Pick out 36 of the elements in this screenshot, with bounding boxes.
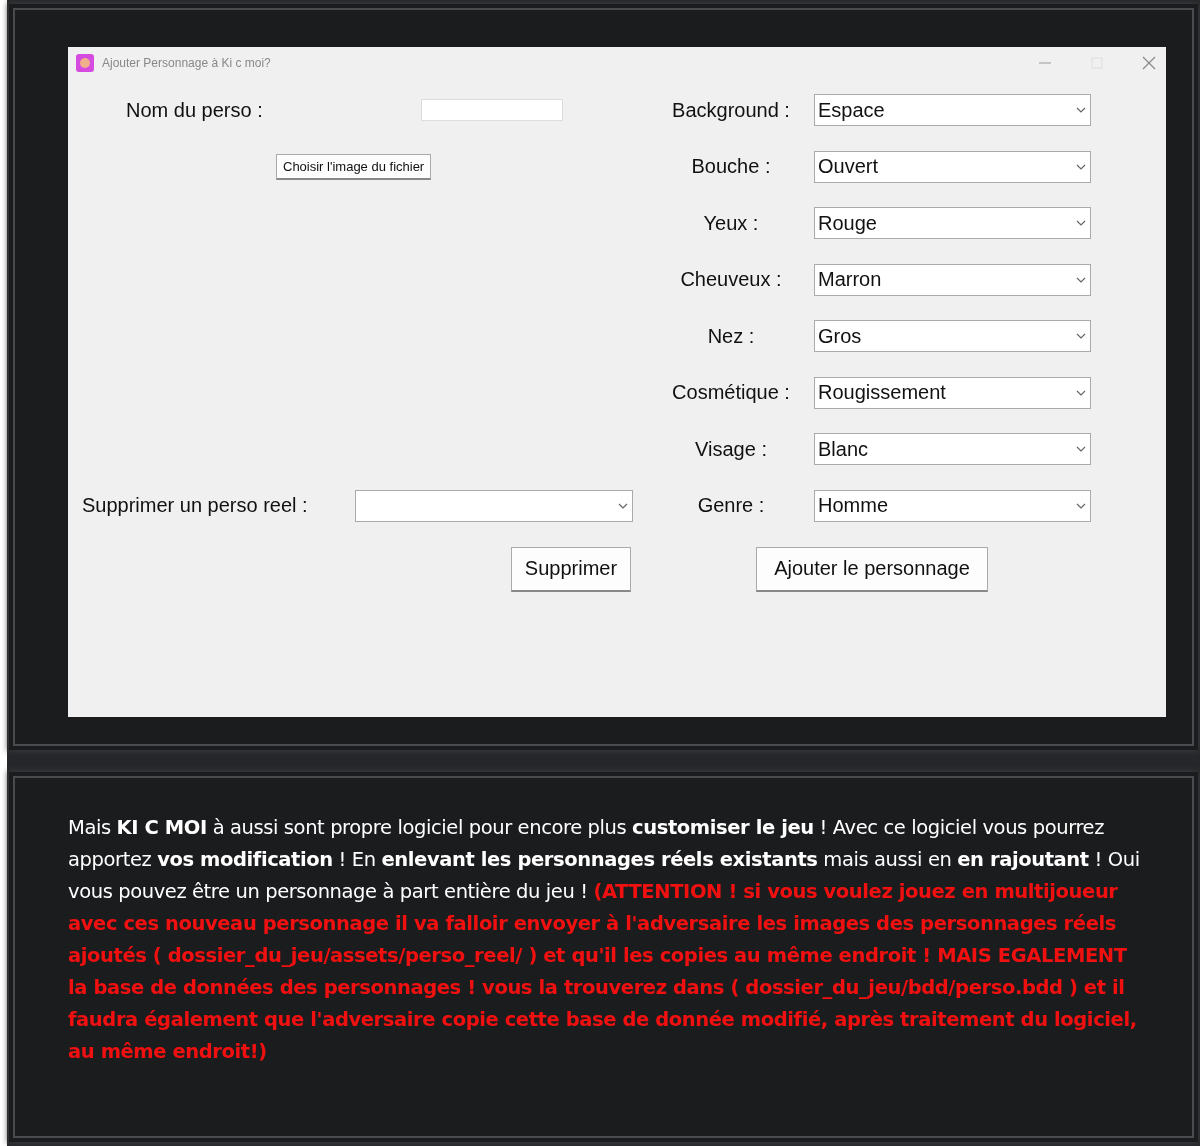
dropdown[interactable]: Marron (814, 263, 1091, 296)
app-icon (76, 54, 94, 72)
delete-button[interactable]: Supprimer (511, 546, 631, 592)
choose-image-button[interactable]: Choisir l'image du fichier (276, 153, 432, 180)
chevron-down-icon (1076, 163, 1086, 170)
chevron-down-icon (618, 502, 628, 509)
chevron-down-icon (1076, 220, 1086, 227)
field-label: Yeux : (703, 211, 759, 235)
field-label: Bouche : (691, 155, 771, 179)
field-label: Background : (672, 98, 790, 122)
close-icon[interactable] (1142, 56, 1156, 70)
field-label: Supprimer un perso reel : (82, 494, 308, 518)
chevron-down-icon (1076, 446, 1086, 453)
field-label: Nez : (707, 324, 755, 348)
dropdown[interactable]: Ouvert (814, 150, 1091, 183)
field-label: Visage : (695, 437, 767, 461)
field-label: Cosmétique : (672, 381, 790, 405)
chevron-down-icon (1076, 333, 1086, 340)
chevron-down-icon (1076, 276, 1086, 283)
dropdown[interactable]: Homme (814, 489, 1091, 522)
chevron-down-icon (1076, 502, 1086, 509)
dropdown[interactable]: Rouge (814, 207, 1091, 240)
chevron-down-icon (1076, 389, 1086, 396)
field-label: Genre : (697, 494, 765, 518)
chevron-down-icon (1076, 107, 1086, 114)
dropdown[interactable] (355, 489, 633, 522)
dropdown[interactable]: Blanc (814, 433, 1091, 466)
dropdown[interactable]: Espace (814, 94, 1091, 127)
window-title: Ajouter Personnage à Ki c moi? (102, 56, 271, 70)
field-label: Cheuveux : (680, 268, 782, 292)
name-input-field[interactable] (421, 99, 563, 122)
add-character-button[interactable]: Ajouter le personnage (756, 546, 988, 592)
field-label: Nom du perso : (126, 98, 264, 122)
dropdown[interactable]: Gros (814, 320, 1091, 353)
description-text: Mais KI C MOI à aussi sont propre logiciel pour encore plus customiser le jeu ! Avec ce logiciel vous pourrez apportez vos modification ! En enlevant les personnages réels existants mais aussi en en rajoutant ! Oui vous pouvez être un personnage à part entière du jeu ! (ATTENTION ! si vous voulez jouez en multijoueur avec ces nouveau personnage il va falloir envoyer à l'adversaire les images des personnages réels ajoutés ( dossier_du_jeu/assets/perso_reel/ ) et qu'il les copies au même endroit ! MAIS EGALEMENT la base de données des personnages ! vous la trouverez dans ( dossier_du_jeu/bdd/perso.bdd ) et il faudra également que l'adversaire copie cette base de donnée modifié, après traitement du logiciel, au même endroit!) (68, 815, 1141, 1065)
dropdown[interactable]: Rougissement (814, 376, 1091, 409)
